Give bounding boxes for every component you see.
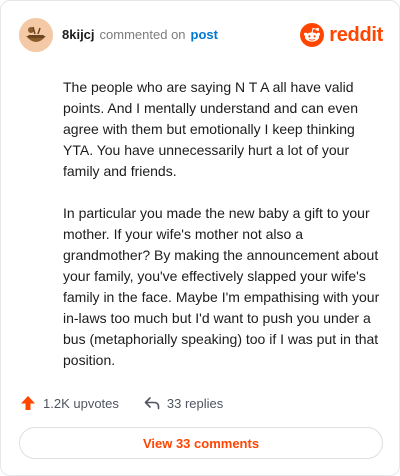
- avatar[interactable]: [19, 18, 53, 52]
- upvote-arrow-icon: [21, 396, 35, 410]
- replies-stat[interactable]: 33 replies: [143, 394, 223, 412]
- replies-count: 33 replies: [166, 395, 224, 411]
- upvotes-count: 1.2K upvotes: [43, 395, 119, 411]
- reddit-wordmark: reddit: [329, 23, 383, 46]
- reddit-brand[interactable]: reddit: [300, 23, 383, 47]
- username[interactable]: 8kijcj: [62, 27, 95, 43]
- commented-on-label: commented on: [99, 27, 186, 42]
- comment-paragraph: The people who are saying N T A all have…: [63, 79, 358, 179]
- comment-body: The people who are saying N T A all have…: [63, 77, 381, 392]
- reply-arrow-icon: [144, 397, 160, 410]
- comment-paragraph: In particular you made the new baby a gi…: [63, 205, 380, 368]
- view-comments-button[interactable]: View 33 comments: [19, 427, 383, 459]
- avatar-bowl-icon: [19, 18, 53, 52]
- comment-meta: 8kijcj commented on post: [62, 27, 218, 43]
- comment-header: 8kijcj commented on post reddit: [19, 17, 383, 53]
- reddit-logo-icon: [300, 23, 325, 47]
- comment-footer: 1.2K upvotes 33 replies: [19, 394, 223, 412]
- post-link[interactable]: post: [191, 27, 218, 43]
- upvotes-stat[interactable]: 1.2K upvotes: [19, 394, 119, 412]
- comment-card: 8kijcj commented on post reddit The peop…: [0, 0, 400, 476]
